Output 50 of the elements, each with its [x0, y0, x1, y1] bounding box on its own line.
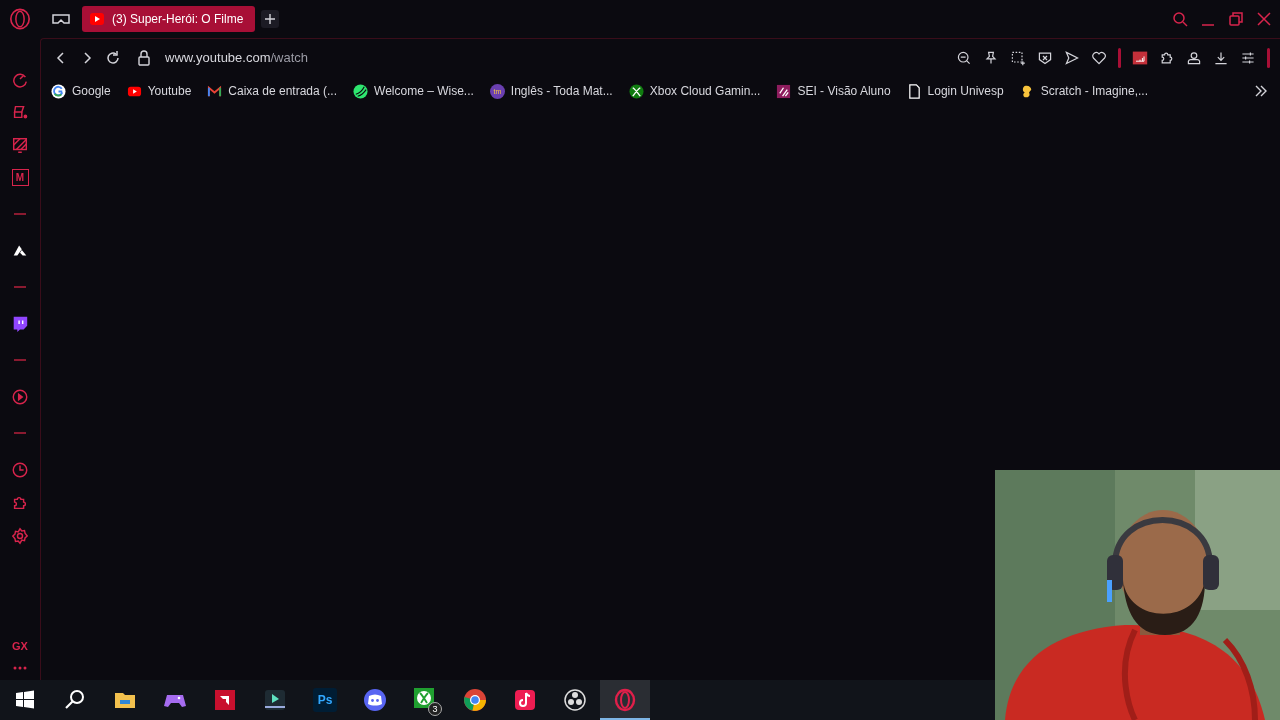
bookmark-link[interactable]: Google [72, 84, 111, 98]
youtube-icon [90, 13, 104, 25]
zoom-out-icon[interactable] [956, 49, 972, 66]
clock-icon[interactable] [11, 460, 29, 479]
send-icon[interactable] [1064, 49, 1080, 66]
amd-icon[interactable] [213, 688, 237, 712]
play-circle-icon[interactable] [11, 387, 29, 406]
filmora-icon[interactable] [263, 688, 287, 712]
bookmark-link[interactable]: Youtube [147, 84, 192, 98]
pin-icon[interactable] [983, 49, 999, 66]
bookmark-link[interactable]: Scratch - Imagine,... [1040, 84, 1149, 98]
xbox-icon [628, 83, 644, 99]
obs-icon[interactable] [563, 688, 587, 712]
opera-icon[interactable] [613, 688, 637, 712]
sei-icon [776, 83, 792, 99]
close-icon[interactable] [1256, 11, 1272, 27]
gx-label[interactable]: GX [12, 640, 28, 652]
google-icon [51, 83, 66, 99]
chrome-icon[interactable] [463, 688, 487, 712]
reload-icon[interactable] [105, 49, 121, 66]
snapshot-icon[interactable] [1010, 49, 1026, 66]
bookmark-link[interactable]: Caixa de entrada (... [228, 84, 338, 98]
restore-icon[interactable] [1228, 11, 1244, 27]
settings-icon[interactable] [11, 526, 29, 545]
document-icon [906, 83, 922, 99]
more-icon[interactable] [13, 666, 27, 670]
tiktok-icon[interactable] [513, 688, 537, 712]
bookmark-link[interactable]: Login Univesp [927, 84, 1004, 98]
opera-logo-icon[interactable] [9, 8, 31, 30]
heart-icon[interactable] [1091, 49, 1107, 66]
twitch-icon[interactable] [11, 314, 29, 333]
bookmark-link[interactable]: Welcome – Wise... [374, 84, 474, 98]
envelope-icon [207, 83, 223, 99]
discord-icon[interactable] [363, 688, 387, 712]
bookmark-link[interactable]: Inglês - Toda Mat... [510, 84, 613, 98]
leaf-icon [353, 83, 369, 99]
lock-icon [137, 49, 151, 66]
new-tab-icon[interactable] [261, 10, 280, 28]
sliders-icon[interactable] [1240, 49, 1256, 66]
photoshop-icon[interactable]: Ps [313, 688, 337, 712]
bar-chart-icon[interactable] [1132, 49, 1148, 66]
bookmark-link[interactable]: SEI - Visão Aluno [797, 84, 891, 98]
browser-tab[interactable]: (3) Super-Herói: O Filme [82, 6, 256, 32]
user-icon[interactable] [1186, 49, 1202, 66]
bookmark-link[interactable]: Xbox Cloud Gamin... [649, 84, 761, 98]
download-icon[interactable] [1213, 49, 1229, 66]
m-badge-icon[interactable]: M [11, 169, 29, 186]
chevrons-icon[interactable] [1254, 84, 1268, 98]
address-field[interactable]: www.youtube.com/watch [165, 50, 309, 65]
striped-panel-icon[interactable] [11, 135, 29, 154]
